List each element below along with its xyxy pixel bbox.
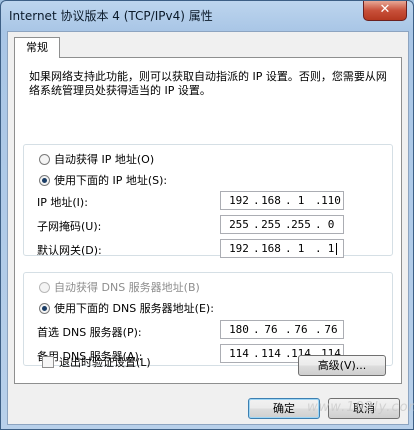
close-icon: ✕: [379, 2, 391, 17]
radio-selected-icon: [39, 302, 50, 314]
watermark-text: www.192ly.com: [307, 400, 414, 415]
octet: 110: [321, 194, 341, 207]
ip-address-label: IP 地址(I):: [37, 196, 88, 209]
octet: 76: [264, 323, 278, 336]
dialog-body: 常规 如果网络支持此功能，则可以获取自动指派的 IP 设置。否则，您需要从网络系…: [7, 31, 409, 425]
octet: 255: [229, 218, 249, 231]
title-bar[interactable]: Internet 协议版本 4 (TCP/IPv4) 属性 ✕: [1, 1, 413, 29]
octet: 76: [324, 323, 338, 336]
preferred-dns-label: 首选 DNS 服务器(P):: [37, 326, 142, 339]
octet: 0: [327, 218, 335, 231]
radio-disabled-icon: [39, 281, 50, 293]
auto-ip-label: 自动获得 IP 地址(O): [54, 153, 155, 166]
ip-address-field[interactable]: 192 . 168 . 1 . 110: [220, 191, 344, 210]
default-gateway-label: 默认网关(D):: [37, 244, 102, 257]
text-cursor: [336, 243, 337, 255]
tab-general[interactable]: 常规: [14, 37, 60, 58]
validate-settings-checkbox[interactable]: 退出时验证设置(L): [42, 354, 151, 370]
radio-icon: [39, 153, 50, 165]
octet: 1: [327, 242, 335, 255]
octet: 192: [229, 242, 249, 255]
auto-dns-radio[interactable]: 自动获得 DNS 服务器地址(B): [39, 279, 200, 295]
window-title: Internet 协议版本 4 (TCP/IPv4) 属性: [9, 9, 213, 23]
auto-dns-label: 自动获得 DNS 服务器地址(B): [54, 281, 200, 294]
octet: 168: [261, 194, 281, 207]
octet: 180: [229, 323, 249, 336]
octet: 255: [291, 218, 311, 231]
checkbox-icon: [42, 356, 54, 368]
manual-ip-radio[interactable]: 使用下面的 IP 地址(S):: [39, 172, 167, 188]
manual-dns-label: 使用下面的 DNS 服务器地址(E):: [54, 302, 214, 315]
description-text: 如果网络支持此功能，则可以获取自动指派的 IP 设置。否则，您需要从网络系统管理…: [29, 70, 387, 97]
auto-ip-radio[interactable]: 自动获得 IP 地址(O): [39, 151, 154, 167]
octet: 192: [229, 194, 249, 207]
octet: 1: [297, 194, 305, 207]
dialog-window: Internet 协议版本 4 (TCP/IPv4) 属性 ✕ 常规 如果网络支…: [0, 0, 414, 430]
default-gateway-field[interactable]: 192 . 168 . 1 . 1: [220, 239, 344, 258]
subnet-mask-label: 子网掩码(U):: [37, 220, 102, 233]
octet: 76: [294, 323, 308, 336]
close-button[interactable]: ✕: [363, 1, 407, 21]
octet: 114: [229, 347, 249, 360]
validate-settings-label: 退出时验证设置(L): [59, 356, 151, 369]
radio-selected-icon: [39, 174, 50, 186]
subnet-mask-field[interactable]: 255 . 255 . 255 . 0: [220, 215, 344, 234]
octet: 255: [261, 218, 281, 231]
octet: 114: [261, 347, 281, 360]
octet: 168: [261, 242, 281, 255]
manual-dns-radio[interactable]: 使用下面的 DNS 服务器地址(E):: [39, 300, 214, 316]
tab-page-general: 如果网络支持此功能，则可以获取自动指派的 IP 设置。否则，您需要从网络系统管理…: [14, 57, 402, 384]
preferred-dns-field[interactable]: 180 . 76 . 76 . 76: [220, 320, 344, 339]
manual-ip-label: 使用下面的 IP 地址(S):: [54, 174, 168, 187]
octet: 1: [297, 242, 305, 255]
advanced-button[interactable]: 高级(V)...: [298, 355, 386, 376]
